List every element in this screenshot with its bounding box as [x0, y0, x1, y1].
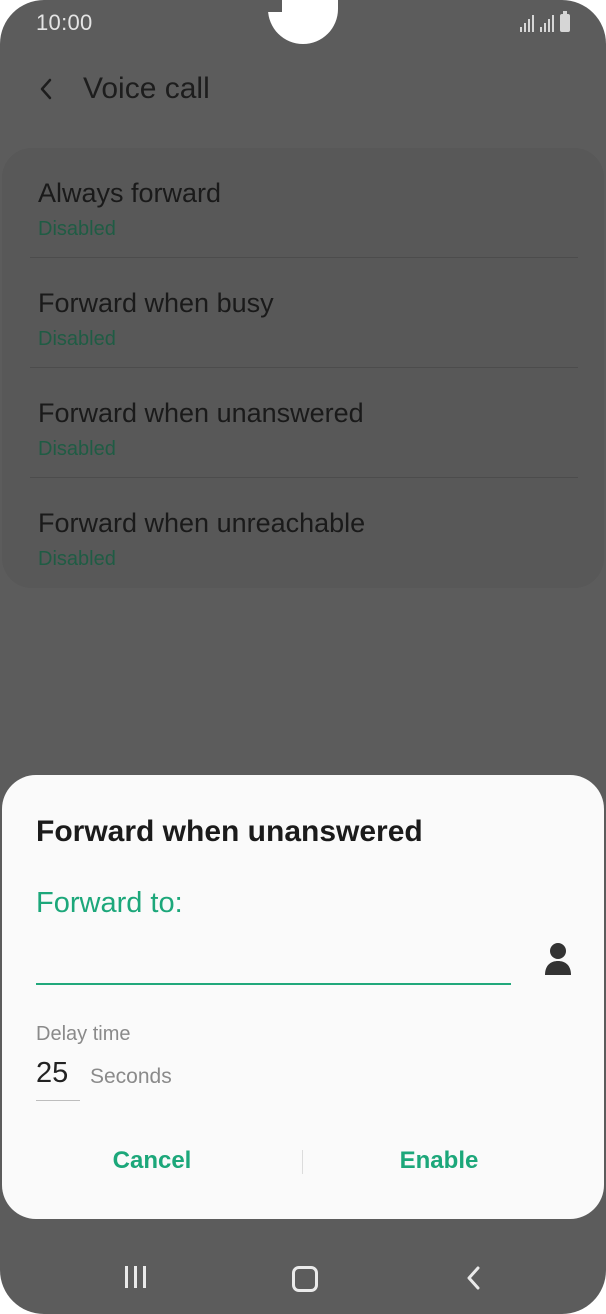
enable-button[interactable]: Enable	[304, 1147, 574, 1175]
signal-icon	[520, 14, 534, 32]
list-item-label: Forward when busy	[38, 288, 274, 318]
chevron-left-icon	[40, 78, 52, 100]
list-item-label: Forward when unreachable	[38, 508, 366, 538]
forward-to-label: Forward to:	[36, 887, 183, 919]
recent-apps-icon[interactable]	[122, 1266, 148, 1290]
back-icon[interactable]	[464, 1264, 484, 1292]
list-item-forward-when-busy[interactable]: Forward when busy Disabled	[36, 266, 576, 376]
list-item-always-forward[interactable]: Always forward Disabled	[36, 156, 576, 266]
status-text: Disabled	[38, 438, 116, 460]
delay-time-label: Delay time	[36, 1023, 131, 1045]
status-text: Disabled	[38, 548, 116, 570]
list-item-forward-when-unanswered[interactable]: Forward when unanswered Disabled	[36, 376, 576, 486]
camera-notch	[268, 0, 338, 44]
page-title: Voice call	[83, 72, 210, 105]
forward-to-input[interactable]	[36, 935, 511, 985]
status-text: Disabled	[38, 218, 116, 240]
signal-icon	[540, 14, 554, 32]
back-button[interactable]	[34, 74, 62, 104]
button-divider	[302, 1150, 303, 1174]
delay-unit-label: Seconds	[90, 1065, 172, 1088]
status-text: Disabled	[38, 328, 116, 350]
status-icons	[520, 11, 570, 32]
contact-picker-button[interactable]	[542, 941, 574, 977]
list-item-label: Forward when unanswered	[38, 398, 364, 428]
forwarding-options-list: Always forward Disabled Forward when bus…	[2, 148, 604, 588]
divider	[30, 367, 578, 368]
list-item-label: Always forward	[38, 178, 222, 208]
list-item-forward-when-unreachable[interactable]: Forward when unreachable Disabled	[36, 486, 576, 596]
forward-dialog: Forward when unanswered Forward to: Dela…	[2, 775, 604, 1219]
divider	[30, 477, 578, 478]
status-time: 10:00	[36, 10, 93, 35]
person-icon	[545, 943, 571, 975]
home-icon[interactable]	[292, 1266, 318, 1292]
battery-icon	[560, 11, 570, 32]
cancel-button[interactable]: Cancel	[2, 1147, 302, 1175]
navigation-bar	[0, 1242, 606, 1314]
phone-screen: 10:00 Voice call Always forward Disabled…	[0, 0, 606, 1314]
delay-time-input[interactable]: 25	[36, 1057, 80, 1101]
divider	[30, 257, 578, 258]
nav-back-chevron-icon	[467, 1266, 480, 1290]
app-header: Voice call	[0, 60, 606, 120]
dialog-title: Forward when unanswered	[36, 815, 423, 848]
